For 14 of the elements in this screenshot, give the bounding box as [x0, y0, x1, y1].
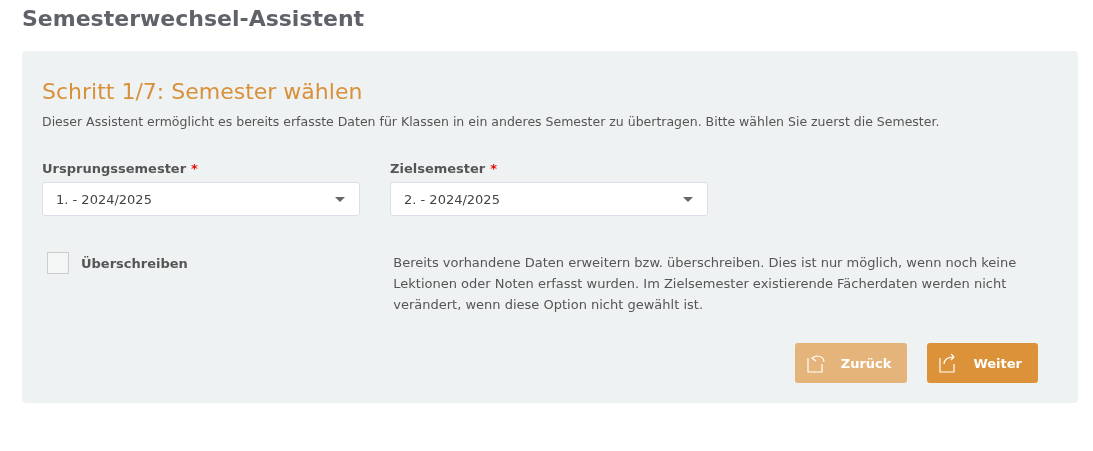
- step-title: Schritt 1/7: Semester wählen: [42, 79, 364, 104]
- field-label: Ursprungssemester: [42, 161, 187, 176]
- page-title: Semesterwechsel-Assistent: [22, 6, 366, 31]
- required-mark: *: [191, 161, 198, 176]
- semester-select[interactable]: 2. - 2024/2025: [390, 182, 708, 216]
- step-description: Dieser Assistent ermöglicht es bereits erfasste Daten für Klassen in ein anderes Semester zu übertragen. Bitte wählen Sie zuerst die Semester.: [42, 114, 941, 129]
- overwrite-label: Überschreiben: [81, 255, 188, 271]
- caret-icon: [335, 196, 345, 202]
- overwrite-help: Bereits vorhandene Daten erweitern bzw. überschreiben. Dies ist nur möglich, wenn noch keine Lektionen oder Noten erfasst wurden. Im Zielsemester existierende Fächerdaten werden nicht verändert, wenn diese Option nicht gewählt ist.: [393, 254, 1018, 314]
- required-mark: *: [490, 161, 498, 176]
- overwrite-checkbox[interactable]: [47, 252, 69, 274]
- semester-select[interactable]: 1. - 2024/2025: [42, 182, 360, 216]
- field-label: Zielsemester: [390, 161, 486, 176]
- caret-icon: [683, 196, 693, 202]
